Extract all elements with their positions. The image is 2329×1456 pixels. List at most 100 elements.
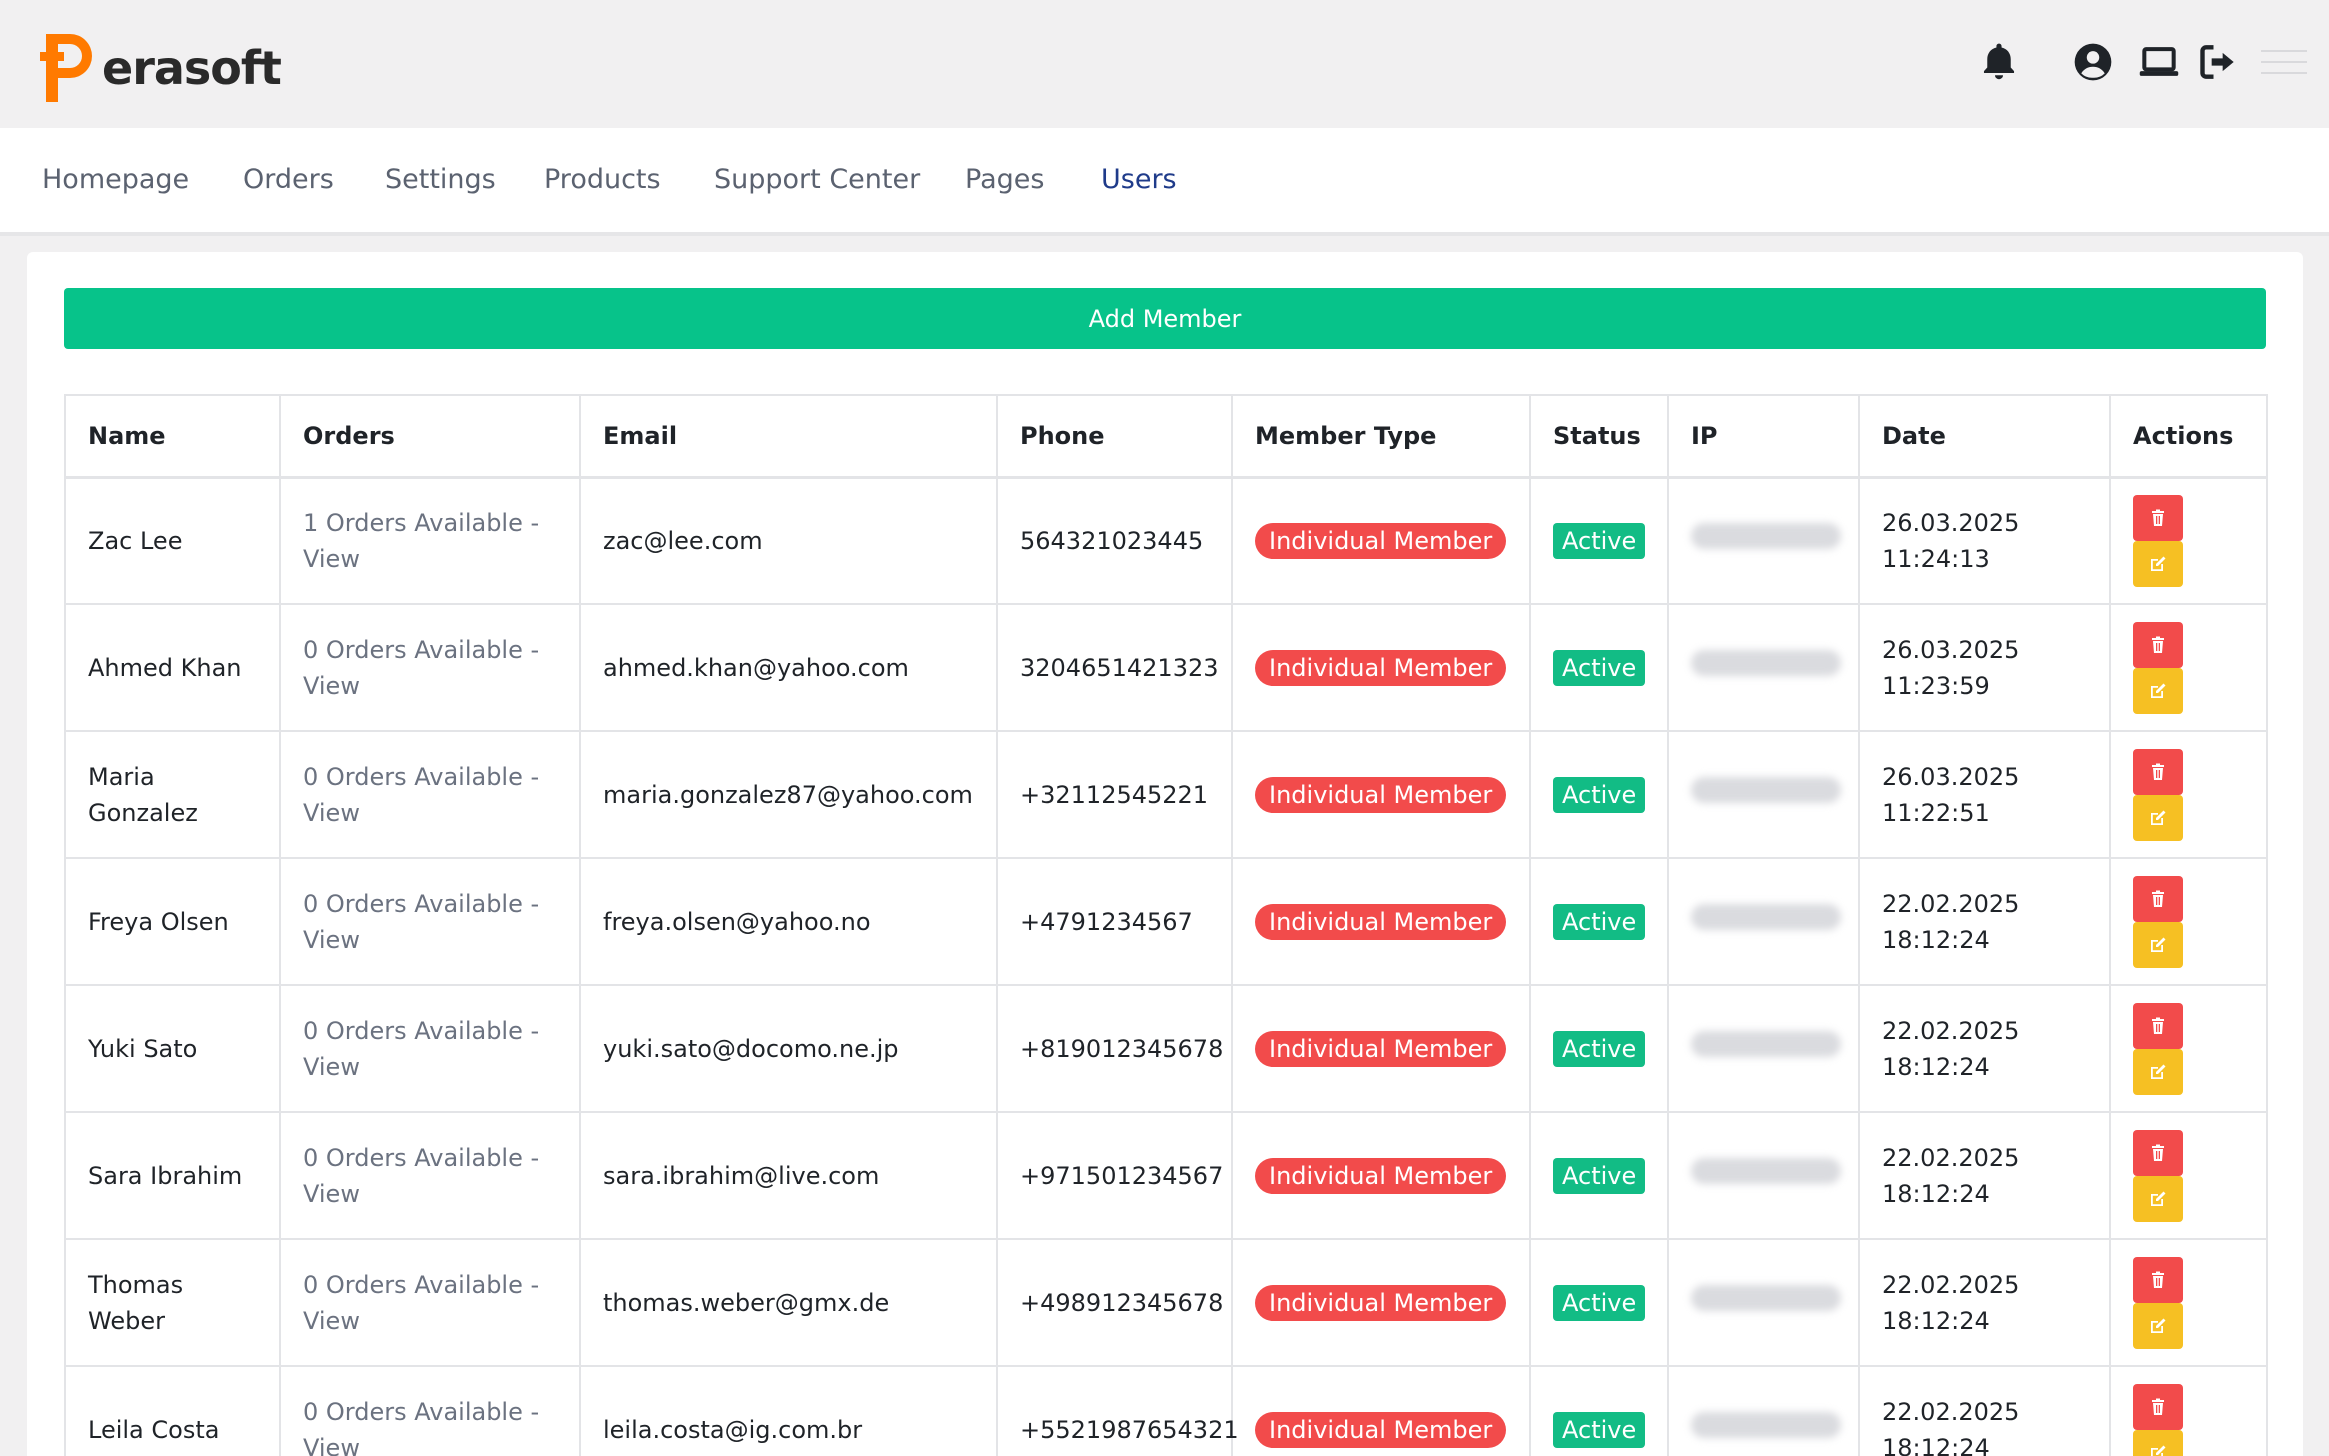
cell-ip	[1667, 857, 1860, 986]
cell-name: Zac Lee	[64, 476, 281, 605]
cell-ip	[1667, 1365, 1860, 1456]
main-nav: Homepage Orders Settings Products Suppor…	[0, 128, 2329, 236]
trash-icon	[2152, 763, 2164, 780]
ip-redacted	[1691, 1411, 1841, 1438]
edit-icon	[2151, 1445, 2166, 1456]
edit-icon	[2151, 937, 2166, 952]
nav-item-pages[interactable]: Pages	[965, 164, 1044, 195]
cell-member-type: Individual Member	[1231, 1238, 1531, 1367]
cell-member-type: Individual Member	[1231, 857, 1531, 986]
cell-actions	[2109, 857, 2268, 986]
delete-button[interactable]	[2133, 748, 2183, 795]
edit-button[interactable]	[2133, 1302, 2183, 1349]
ip-redacted	[1691, 903, 1841, 930]
member-type-badge: Individual Member	[1255, 1411, 1507, 1448]
column-header-ip[interactable]: IP	[1667, 394, 1860, 479]
cell-orders: 0 Orders Available - View	[279, 1111, 581, 1240]
orders-view-link[interactable]: 0 Orders Available - View	[303, 1271, 539, 1335]
member-type-badge: Individual Member	[1255, 522, 1507, 559]
ip-redacted	[1691, 649, 1841, 676]
nav-item-support-center[interactable]: Support Center	[714, 164, 920, 195]
trash-icon	[2152, 1017, 2164, 1034]
cell-phone: +5521987654321	[996, 1365, 1239, 1456]
add-member-button[interactable]: Add Member	[64, 288, 2266, 349]
cell-date: 26.03.2025 11:24:13	[1858, 476, 2111, 605]
table-row: Ahmed Khan 0 Orders Available - View ahm…	[64, 603, 2268, 732]
column-header-phone[interactable]: Phone	[996, 394, 1233, 479]
bell-icon[interactable]	[1977, 40, 2021, 84]
column-header-member-type[interactable]: Member Type	[1231, 394, 1531, 479]
cell-phone: 3204651421323	[996, 603, 1233, 732]
column-header-actions: Actions	[2109, 394, 2268, 479]
orders-view-link[interactable]: 0 Orders Available - View	[303, 1144, 539, 1208]
nav-item-users[interactable]: Users	[1101, 164, 1177, 195]
cell-name: Maria Gonzalez	[64, 730, 281, 859]
column-header-orders[interactable]: Orders	[279, 394, 581, 479]
cell-date: 26.03.2025 11:22:51	[1858, 730, 2111, 859]
nav-item-settings[interactable]: Settings	[385, 164, 496, 195]
edit-button[interactable]	[2133, 794, 2183, 841]
edit-button[interactable]	[2133, 540, 2183, 587]
table-row: Yuki Sato 0 Orders Available - View yuki…	[64, 984, 2268, 1113]
user-circle-icon[interactable]	[2071, 40, 2115, 84]
edit-button[interactable]	[2133, 921, 2183, 968]
brand-logo[interactable]: erasoft	[40, 30, 282, 106]
column-header-date[interactable]: Date	[1858, 394, 2111, 479]
edit-button[interactable]	[2133, 1175, 2183, 1222]
trash-icon	[2152, 1271, 2164, 1288]
cell-date: 22.02.2025 18:12:24	[1858, 1111, 2111, 1240]
table-row: Thomas Weber 0 Orders Available - View t…	[64, 1238, 2268, 1367]
delete-button[interactable]	[2133, 1129, 2183, 1176]
trash-icon	[2152, 1144, 2164, 1161]
hamburger-icon[interactable]	[2259, 40, 2309, 84]
edit-button[interactable]	[2133, 667, 2183, 714]
nav-item-products[interactable]: Products	[544, 164, 661, 195]
nav-item-homepage[interactable]: Homepage	[42, 164, 189, 195]
status-badge: Active	[1553, 1157, 1646, 1194]
edit-button[interactable]	[2133, 1048, 2183, 1095]
orders-view-link[interactable]: 0 Orders Available - View	[303, 1398, 539, 1456]
delete-button[interactable]	[2133, 621, 2183, 668]
orders-view-link[interactable]: 0 Orders Available - View	[303, 1017, 539, 1081]
member-type-badge: Individual Member	[1255, 776, 1507, 813]
column-header-name[interactable]: Name	[64, 394, 281, 479]
brand-name: erasoft	[102, 41, 282, 95]
status-badge: Active	[1553, 649, 1646, 686]
cell-ip	[1667, 730, 1860, 859]
status-badge: Active	[1553, 1030, 1646, 1067]
delete-button[interactable]	[2133, 875, 2183, 922]
nav-item-orders[interactable]: Orders	[243, 164, 334, 195]
orders-view-link[interactable]: 0 Orders Available - View	[303, 636, 539, 700]
cell-email: ahmed.khan@yahoo.com	[579, 603, 998, 732]
cell-actions	[2109, 1238, 2268, 1367]
column-header-email[interactable]: Email	[579, 394, 998, 479]
edit-icon	[2151, 683, 2166, 698]
cell-actions	[2109, 603, 2268, 732]
cell-email: sara.ibrahim@live.com	[579, 1111, 998, 1240]
cell-orders: 1 Orders Available - View	[279, 476, 581, 605]
member-type-badge: Individual Member	[1255, 649, 1507, 686]
orders-view-link[interactable]: 0 Orders Available - View	[303, 763, 539, 827]
ip-redacted	[1691, 1284, 1841, 1311]
laptop-icon[interactable]	[2137, 40, 2181, 84]
cell-actions	[2109, 1111, 2268, 1240]
trash-icon	[2152, 636, 2164, 653]
delete-button[interactable]	[2133, 494, 2183, 541]
cell-status: Active	[1529, 1238, 1669, 1367]
cell-orders: 0 Orders Available - View	[279, 603, 581, 732]
orders-view-link[interactable]: 1 Orders Available - View	[303, 509, 539, 573]
cell-actions	[2109, 730, 2268, 859]
logout-icon[interactable]	[2197, 40, 2241, 84]
cell-member-type: Individual Member	[1231, 476, 1531, 605]
delete-button[interactable]	[2133, 1256, 2183, 1303]
edit-button[interactable]	[2133, 1429, 2183, 1456]
cell-phone: 564321023445	[996, 476, 1233, 605]
column-header-status[interactable]: Status	[1529, 394, 1669, 479]
orders-view-link[interactable]: 0 Orders Available - View	[303, 890, 539, 954]
edit-icon	[2151, 1318, 2166, 1333]
member-type-badge: Individual Member	[1255, 903, 1507, 940]
delete-button[interactable]	[2133, 1002, 2183, 1049]
cell-name: Yuki Sato	[64, 984, 281, 1113]
delete-button[interactable]	[2133, 1383, 2183, 1430]
cell-orders: 0 Orders Available - View	[279, 984, 581, 1113]
